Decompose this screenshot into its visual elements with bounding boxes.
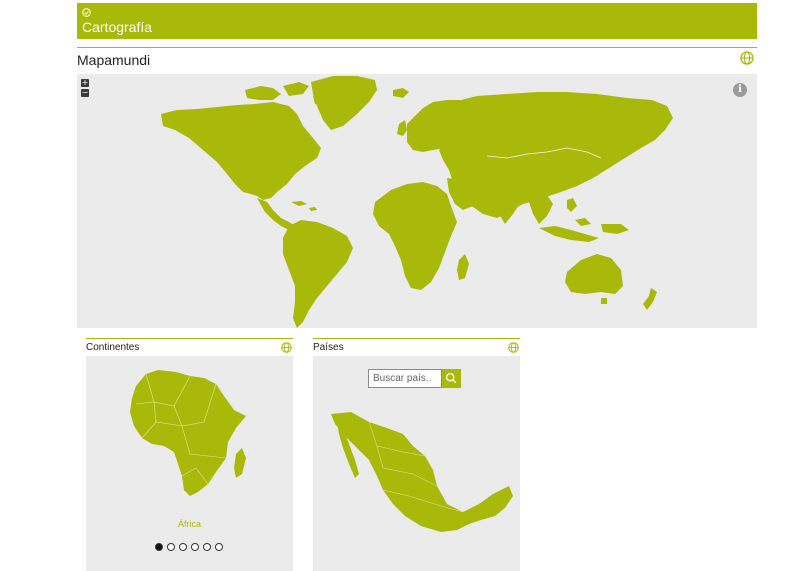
country-map[interactable] [313,356,520,571]
app-header: Cartografía [77,3,757,39]
pagination-dot[interactable] [167,543,175,551]
continentes-divider [86,338,293,339]
selected-continent-label: África [177,519,201,529]
mapamundi-title: Mapamundi [77,52,151,68]
globe-icon[interactable] [281,342,292,353]
zoom-out-button[interactable]: − [81,89,89,97]
check-circle-icon [82,8,91,17]
zoom-in-button[interactable]: + [81,79,89,87]
world-map-graphic [161,76,673,328]
search-button[interactable] [442,369,461,388]
world-map[interactable]: + − i [77,74,757,328]
app-title: Cartografía [82,19,153,35]
country-search-input[interactable] [368,369,442,388]
globe-icon[interactable] [740,51,754,65]
section-divider [77,47,757,48]
pagination-dot[interactable] [203,543,211,551]
pagination-dot[interactable] [179,543,187,551]
paises-card [313,356,520,571]
pagination-dot[interactable] [155,543,163,551]
continentes-card: África [86,356,293,571]
globe-icon[interactable] [508,342,519,353]
pagination-dot[interactable] [191,543,199,551]
paises-divider [313,338,520,339]
continentes-title: Continentes [86,342,140,353]
paises-title: Países [313,342,344,353]
continent-pagination [155,543,223,551]
pagination-dot[interactable] [215,543,223,551]
search-icon [445,372,457,384]
africa-map[interactable] [86,356,293,571]
info-icon[interactable]: i [733,83,747,97]
